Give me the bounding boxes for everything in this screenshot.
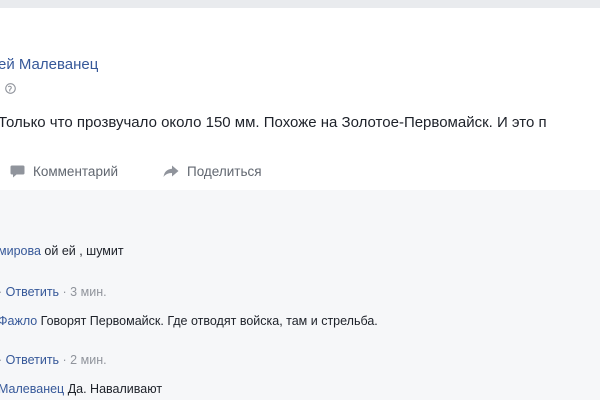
comment: Малеванец Да. Наваливают	[0, 382, 162, 396]
reply-link[interactable]: Ответить	[6, 353, 59, 367]
globe-icon[interactable]	[5, 83, 16, 94]
comment: Фажло Говорят Первомайск. Где отводят во…	[0, 314, 378, 328]
comments-section: мирова ой ей , шумит · Ответить · 3 мин.…	[0, 190, 600, 400]
post-author-name[interactable]: ей Малеванец	[0, 56, 98, 73]
post-card: ей Малеванец Только что прозвучало около…	[0, 8, 600, 400]
comment-text: Говорят Первомайск. Где отводят войска, …	[37, 314, 378, 328]
reply-link[interactable]: Ответить	[6, 285, 59, 299]
comment-text: ой ей , шумит	[40, 244, 124, 258]
comment-button[interactable]: Комментарий	[10, 156, 118, 186]
comment-author[interactable]: Малеванец	[0, 382, 64, 396]
post-text: Только что прозвучало около 150 мм. Похо…	[0, 114, 547, 131]
comment-time[interactable]: · 2 мин.	[59, 353, 107, 367]
comment-icon	[10, 165, 25, 177]
comment-button-label: Комментарий	[33, 163, 119, 179]
comment: мирова ой ей , шумит	[0, 244, 124, 258]
comment-time[interactable]: · 3 мин.	[59, 285, 107, 299]
share-button[interactable]: Поделиться	[163, 156, 262, 186]
comment-meta: · Ответить · 3 мин.	[0, 285, 107, 299]
share-arrow-icon	[163, 165, 179, 177]
comment-meta: · Ответить · 2 мин.	[0, 353, 107, 367]
comment-text: Да. Наваливают	[64, 382, 163, 396]
share-button-label: Поделиться	[187, 163, 262, 179]
comment-author[interactable]: Фажло	[0, 314, 37, 328]
comment-author[interactable]: мирова	[0, 244, 41, 258]
post-actions-bar: Комментарий Поделиться	[0, 156, 600, 186]
